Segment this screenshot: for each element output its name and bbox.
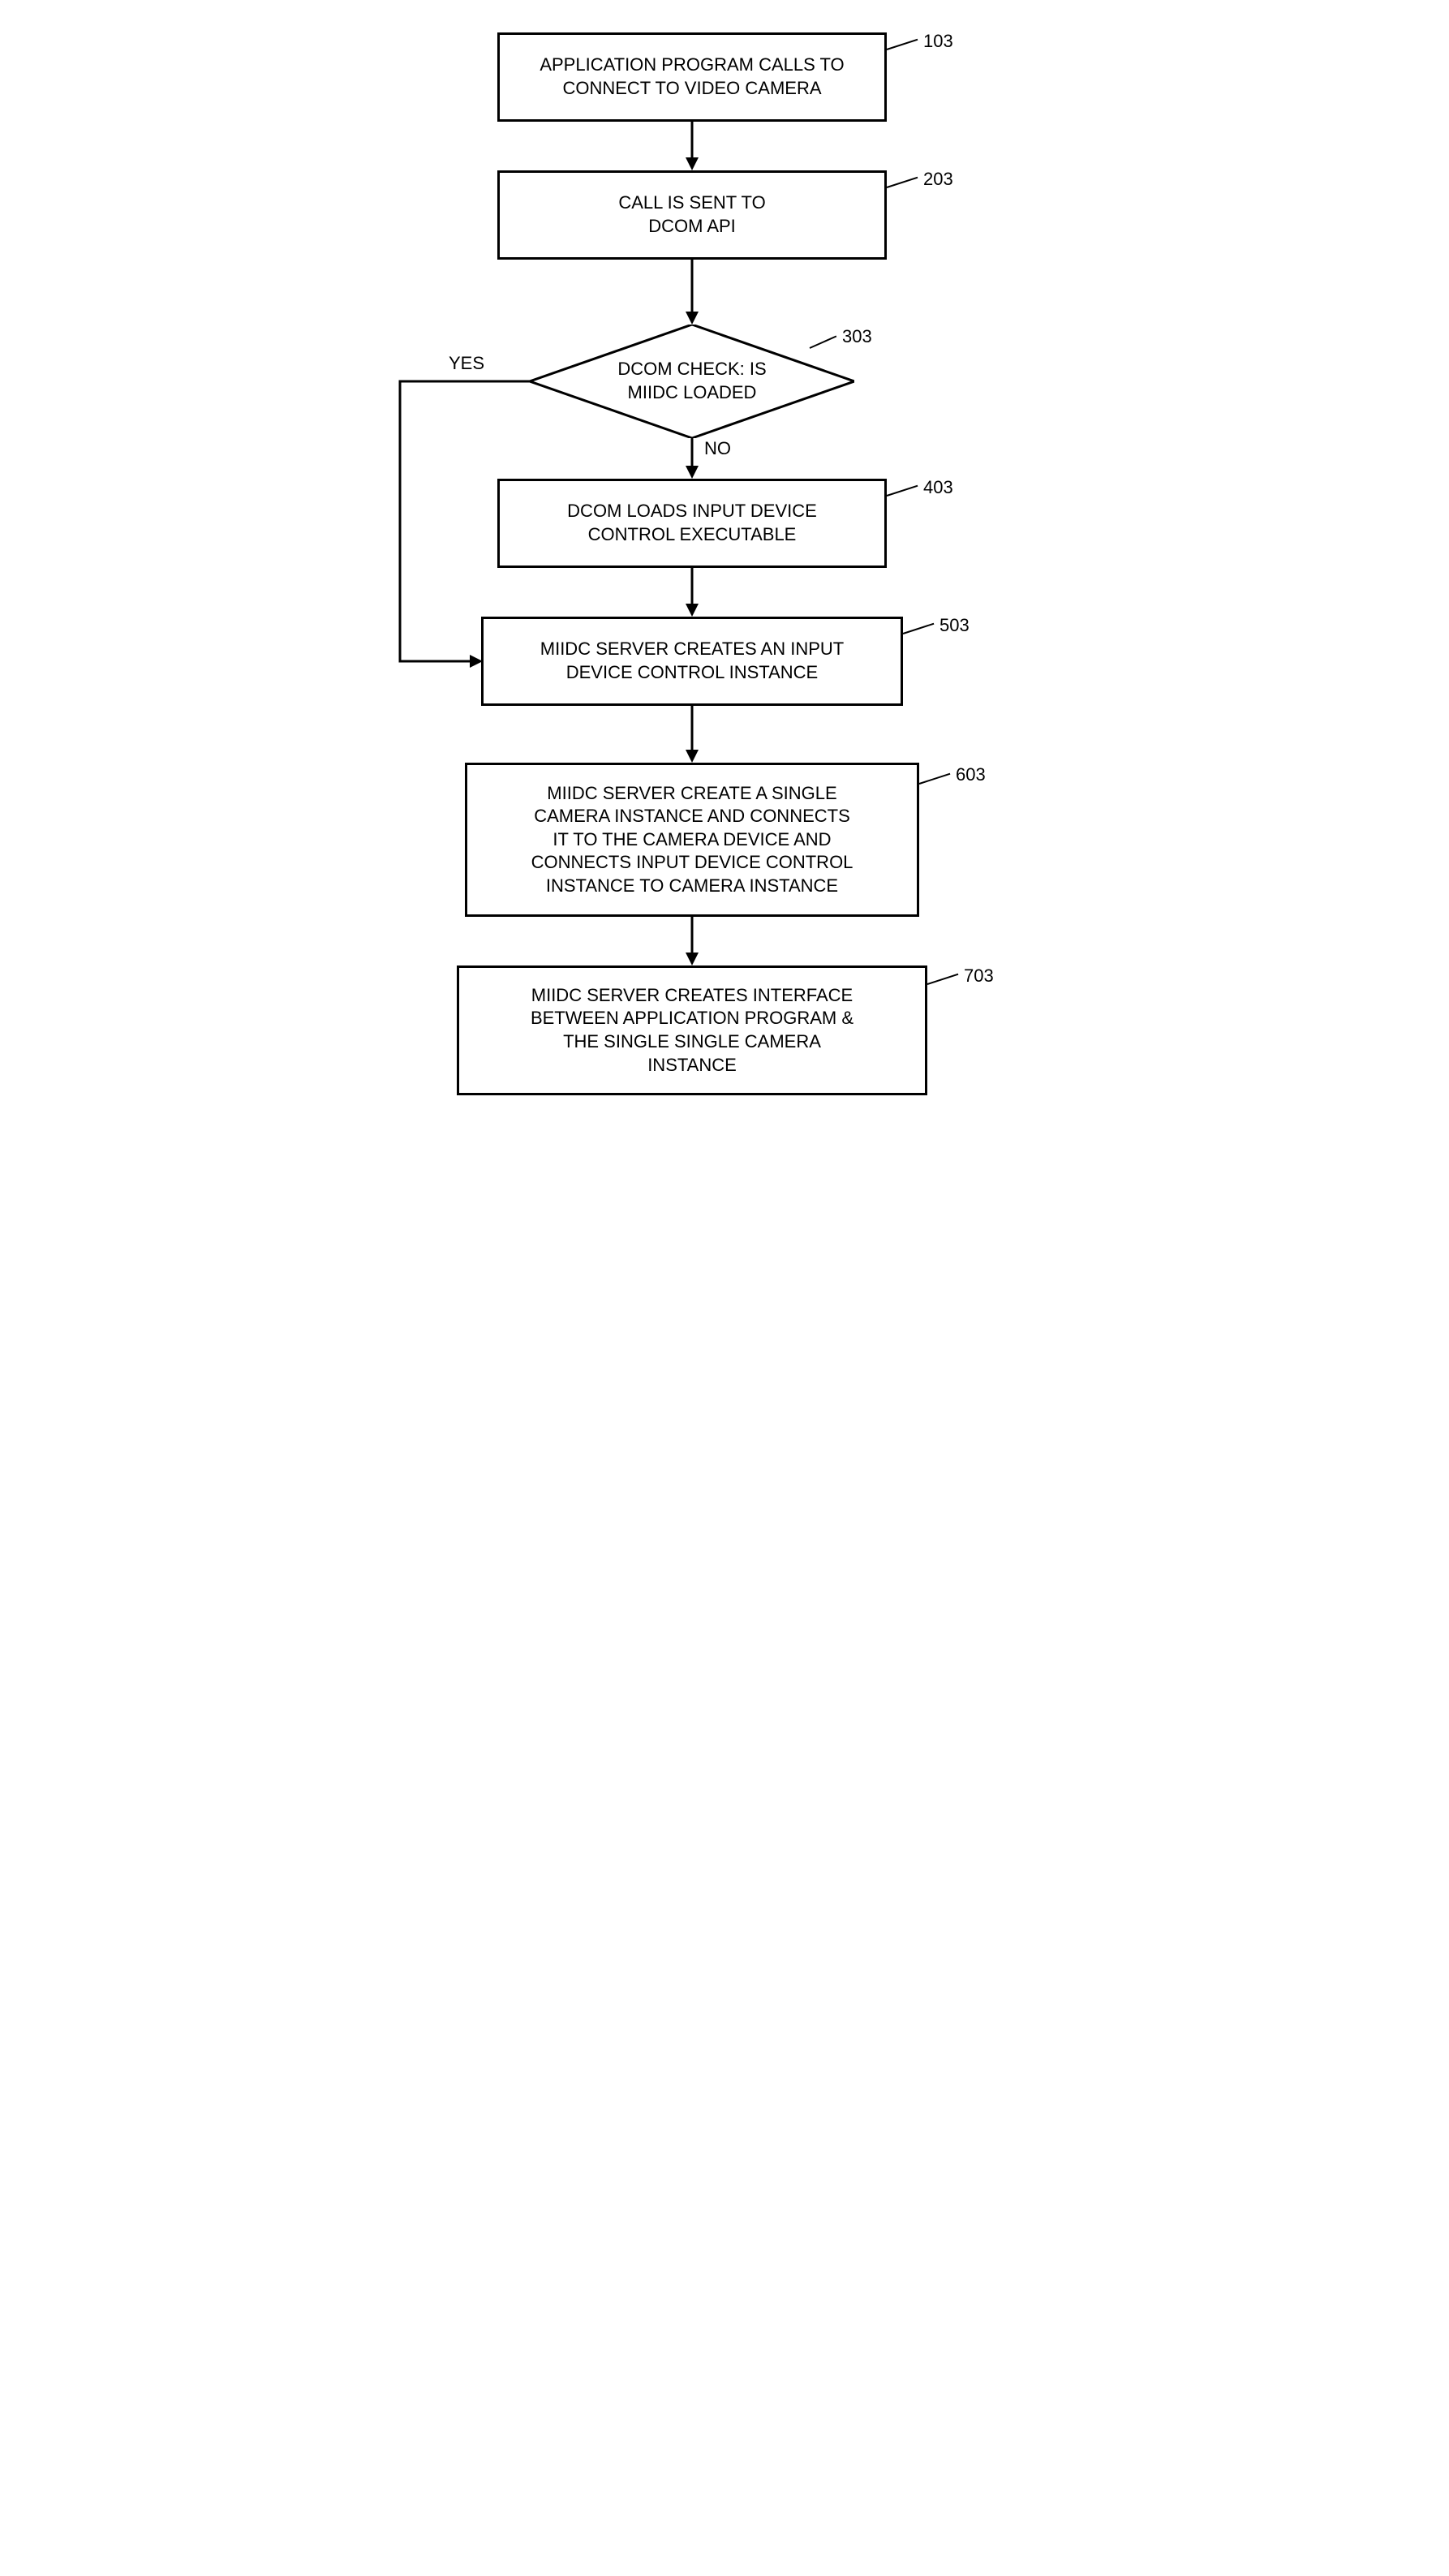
decision-303: DCOM CHECK: IS MIIDC LOADED	[530, 325, 854, 438]
ref-303: 303	[842, 326, 872, 347]
ref-403: 403	[923, 477, 953, 498]
ref-603: 603	[956, 764, 986, 785]
leader-103	[887, 39, 918, 50]
leader-203	[887, 177, 918, 188]
arrow-603-703	[688, 917, 696, 965]
decision-303-text: DCOM CHECK: IS MIIDC LOADED	[530, 325, 854, 438]
ref-703: 703	[964, 965, 994, 987]
leader-503	[903, 623, 935, 634]
ref-203: 203	[923, 169, 953, 190]
process-503: MIIDC SERVER CREATES AN INPUT DEVICE CON…	[481, 617, 903, 706]
leader-403	[887, 485, 918, 497]
process-403: DCOM LOADS INPUT DEVICE CONTROL EXECUTAB…	[497, 479, 887, 568]
ref-503: 503	[939, 615, 970, 636]
arrow-403-503	[688, 568, 696, 617]
leader-603	[919, 773, 951, 785]
process-203: CALL IS SENT TO DCOM API	[497, 170, 887, 260]
process-603: MIIDC SERVER CREATE A SINGLE CAMERA INST…	[465, 763, 919, 917]
label-yes: YES	[449, 353, 484, 374]
leader-703	[927, 974, 959, 985]
arrow-503-603	[688, 706, 696, 763]
arrow-103-203	[688, 122, 696, 170]
process-703: MIIDC SERVER CREATES INTERFACE BETWEEN A…	[457, 965, 927, 1095]
arrow-203-303	[688, 260, 696, 325]
arrow-303-403	[688, 438, 696, 479]
process-103: APPLICATION PROGRAM CALLS TO CONNECT TO …	[497, 32, 887, 122]
ref-103: 103	[923, 31, 953, 52]
label-no: NO	[704, 438, 731, 459]
